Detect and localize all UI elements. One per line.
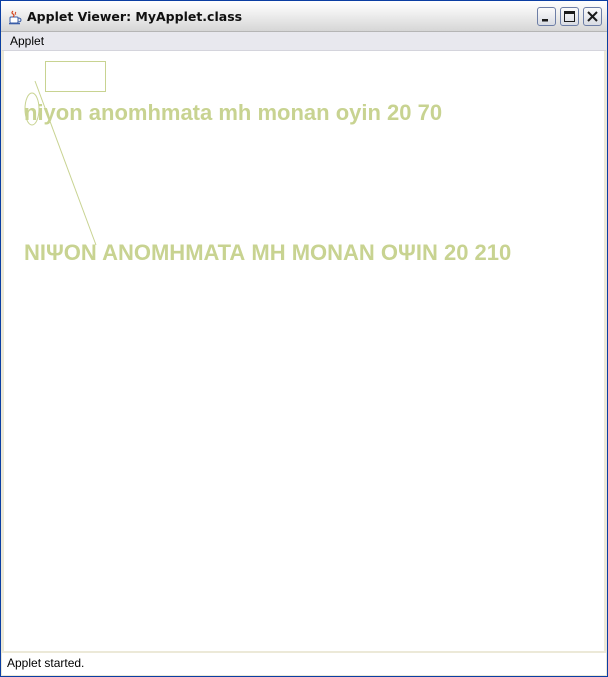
applet-viewer-window: Applet Viewer: MyApplet.class Applet niy… [0, 0, 608, 677]
drawn-string-uppercase: ΝΙΨΟΝ ΑΝΟΜΗΜΑΤΑ ΜΗ ΜΟΝΑΝ ΟΨΙΝ 20 210 [24, 240, 511, 265]
maximize-icon [564, 11, 575, 22]
drawn-string-lowercase: niyon anomhmata mh monan oyin 20 70 [24, 100, 442, 125]
menu-bar: Applet [2, 32, 606, 51]
status-bar: Applet started. [2, 653, 606, 675]
java-cup-icon[interactable] [7, 9, 23, 25]
minimize-icon [542, 19, 548, 22]
close-button[interactable] [583, 7, 602, 26]
status-text: Applet started. [7, 656, 85, 670]
minimize-button[interactable] [537, 7, 556, 26]
title-bar[interactable]: Applet Viewer: MyApplet.class [1, 1, 607, 32]
window-title: Applet Viewer: MyApplet.class [27, 9, 243, 24]
drawn-rectangle [45, 61, 106, 92]
menu-applet[interactable]: Applet [10, 34, 44, 48]
maximize-button[interactable] [560, 7, 579, 26]
close-icon [587, 11, 598, 22]
applet-canvas[interactable]: niyon anomhmata mh monan oyin 20 70 ΝΙΨΟ… [4, 51, 604, 651]
applet-drawing: niyon anomhmata mh monan oyin 20 70 ΝΙΨΟ… [24, 61, 511, 265]
